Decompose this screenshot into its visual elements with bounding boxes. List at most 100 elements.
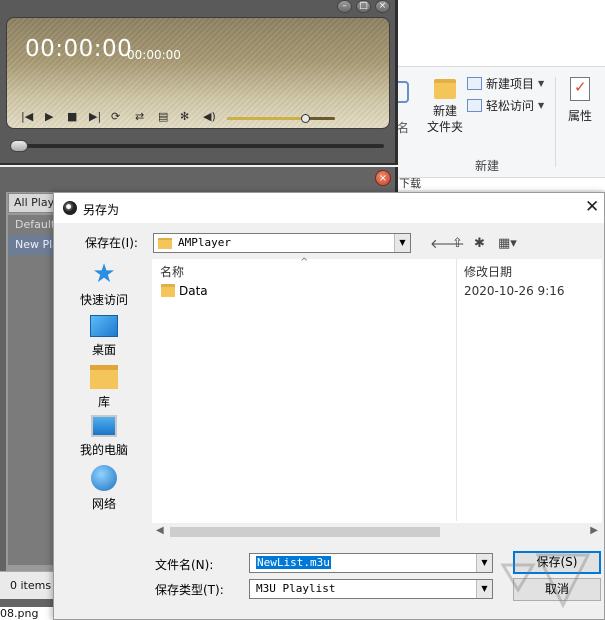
- close-icon[interactable]: ✕: [585, 197, 599, 217]
- file-list-header: 名称 ^ 修改日期: [152, 257, 602, 281]
- chevron-down-icon[interactable]: ▼: [394, 234, 410, 252]
- place-this-pc[interactable]: 我的电脑: [76, 415, 132, 458]
- status-text: 0 items (: [0, 571, 58, 599]
- star-icon: ★: [92, 259, 116, 289]
- playlist-list: Default New Playlist: [8, 215, 54, 565]
- scroll-right-icon[interactable]: ▶: [590, 525, 598, 536]
- stop-icon[interactable]: ■: [67, 110, 77, 124]
- seek-knob[interactable]: [10, 140, 28, 152]
- file-name-field[interactable]: NewList.m3u ▼: [249, 553, 493, 573]
- play-icon[interactable]: ▶: [45, 110, 53, 124]
- file-name-value[interactable]: NewList.m3u: [256, 556, 331, 569]
- easy-access-icon: [467, 99, 482, 112]
- folder-icon: [434, 79, 456, 99]
- repeat-icon[interactable]: ⟳: [111, 110, 120, 124]
- new-item-button[interactable]: 新建项目 ▼: [467, 75, 544, 92]
- file-list: 名称 ^ 修改日期 Data 2020-10-26 9:16 ◀ ▶: [152, 257, 602, 541]
- list-item[interactable]: Default: [8, 215, 54, 235]
- file-label: 08.png: [0, 607, 58, 620]
- new-folder-button[interactable]: 新建 文件夹: [425, 75, 465, 135]
- volume-knob[interactable]: [300, 114, 310, 123]
- place-libraries[interactable]: 库: [76, 365, 132, 410]
- elapsed-time: 00:00:00: [25, 36, 133, 62]
- tab-all-playlists[interactable]: All Playlists: [8, 193, 58, 213]
- place-label: 快速访问: [79, 293, 128, 307]
- column-modified[interactable]: 修改日期: [464, 263, 512, 280]
- place-quick-access[interactable]: ★ 快速访问: [76, 261, 132, 308]
- list-item[interactable]: New Playlist: [8, 235, 54, 255]
- file-type-select[interactable]: M3U Playlist ▼: [249, 579, 493, 599]
- shuffle-icon[interactable]: ⇄: [135, 110, 144, 124]
- address-bar-partial: 下载: [395, 178, 605, 190]
- explorer-window: 名 新建 文件夹 新建项目 ▼ 轻松访问 ▼ 新建 属性 下载: [395, 0, 605, 190]
- place-label: 桌面: [91, 343, 116, 357]
- dialog-title: 另存为: [83, 203, 120, 217]
- place-label: 网络: [91, 497, 116, 511]
- easy-access-button[interactable]: 轻松访问 ▼: [467, 97, 544, 114]
- file-type-value: M3U Playlist: [256, 582, 336, 595]
- chevron-down-icon[interactable]: ▼: [476, 580, 492, 598]
- new-item-icon: [467, 77, 482, 90]
- chevron-down-icon: ▼: [538, 79, 545, 88]
- up-folder-icon[interactable]: ⇧: [452, 236, 463, 251]
- playlist-icon[interactable]: ▤: [158, 110, 168, 124]
- save-in-label: 保存在(I):: [85, 236, 138, 250]
- properties-button[interactable]: 属性: [563, 77, 597, 124]
- folder-icon: [161, 284, 175, 297]
- copy-path-icon: [397, 81, 409, 103]
- prev-icon[interactable]: |◀: [21, 110, 33, 124]
- sort-up-icon: ^: [300, 257, 309, 268]
- seek-bar[interactable]: [10, 140, 384, 152]
- player-display: 00:00:00 00:00:00 |◀ ▶ ■ ▶| ⟳ ⇄ ▤ ✻ ◀): [6, 17, 390, 129]
- ribbon-group-label: 新建: [475, 159, 500, 173]
- window-buttons: – □ ×: [337, 0, 390, 13]
- new-item-label: 新建项目: [486, 77, 535, 91]
- place-network[interactable]: 网络: [76, 465, 132, 512]
- place-desktop[interactable]: 桌面: [76, 315, 132, 358]
- easy-access-label: 轻松访问: [486, 99, 535, 113]
- save-in-value: AMPlayer: [178, 236, 231, 249]
- place-label: 我的电脑: [79, 443, 128, 457]
- computer-icon: [91, 415, 117, 437]
- table-row[interactable]: Data 2020-10-26 9:16: [152, 281, 602, 301]
- playlist-panel: All Playlists Default New Playlist ⊞ ▰: [6, 192, 58, 598]
- app-icon: [63, 201, 77, 215]
- transport-controls: |◀ ▶ ■ ▶| ⟳ ⇄ ▤ ✻ ◀): [7, 106, 391, 128]
- column-name[interactable]: 名称: [160, 263, 184, 280]
- chevron-down-icon[interactable]: ▼: [476, 554, 492, 572]
- watermark-logo: [500, 553, 591, 609]
- volume-slider[interactable]: [227, 114, 335, 123]
- properties-icon: [570, 77, 590, 101]
- network-icon: [91, 465, 117, 491]
- new-folder-label-2: 文件夹: [426, 120, 463, 134]
- scroll-thumb[interactable]: [170, 527, 440, 537]
- next-icon[interactable]: ▶|: [89, 110, 101, 124]
- new-folder-label-1: 新建: [432, 104, 457, 118]
- file-name-label: 文件名(N):: [155, 558, 214, 572]
- media-player-window: – □ × 00:00:00 00:00:00 |◀ ▶ ■ ▶| ⟳ ⇄ ▤ …: [0, 0, 398, 165]
- view-menu-icon[interactable]: ▦▾: [498, 236, 517, 251]
- volume-fill: [227, 117, 305, 120]
- file-type-label: 保存类型(T):: [155, 583, 224, 597]
- settings-icon[interactable]: ✻: [180, 110, 189, 124]
- close-icon[interactable]: ×: [375, 170, 391, 186]
- ribbon: 名 新建 文件夹 新建项目 ▼ 轻松访问 ▼ 新建 属性: [395, 66, 605, 178]
- folder-icon: [158, 238, 172, 249]
- library-icon: [90, 365, 118, 389]
- maximize-button[interactable]: □: [356, 0, 371, 13]
- new-folder-icon[interactable]: ✱: [474, 236, 485, 251]
- ribbon-partial-group: 名: [395, 77, 417, 157]
- dialog-titlebar: 另存为 ✕: [54, 193, 604, 223]
- total-time: 00:00:00: [127, 48, 181, 62]
- minimize-button[interactable]: –: [337, 0, 352, 13]
- properties-label: 属性: [567, 109, 592, 123]
- ribbon-partial-label: 名: [397, 121, 410, 135]
- scroll-left-icon[interactable]: ◀: [156, 525, 164, 536]
- horizontal-scrollbar[interactable]: ◀ ▶: [152, 523, 602, 541]
- file-modified: 2020-10-26 9:16: [464, 284, 565, 298]
- close-button[interactable]: ×: [375, 0, 390, 13]
- save-in-select[interactable]: AMPlayer ▼: [153, 233, 411, 253]
- ribbon-separator: [555, 77, 556, 167]
- chevron-down-icon: ▼: [538, 101, 545, 110]
- volume-icon[interactable]: ◀): [203, 110, 216, 124]
